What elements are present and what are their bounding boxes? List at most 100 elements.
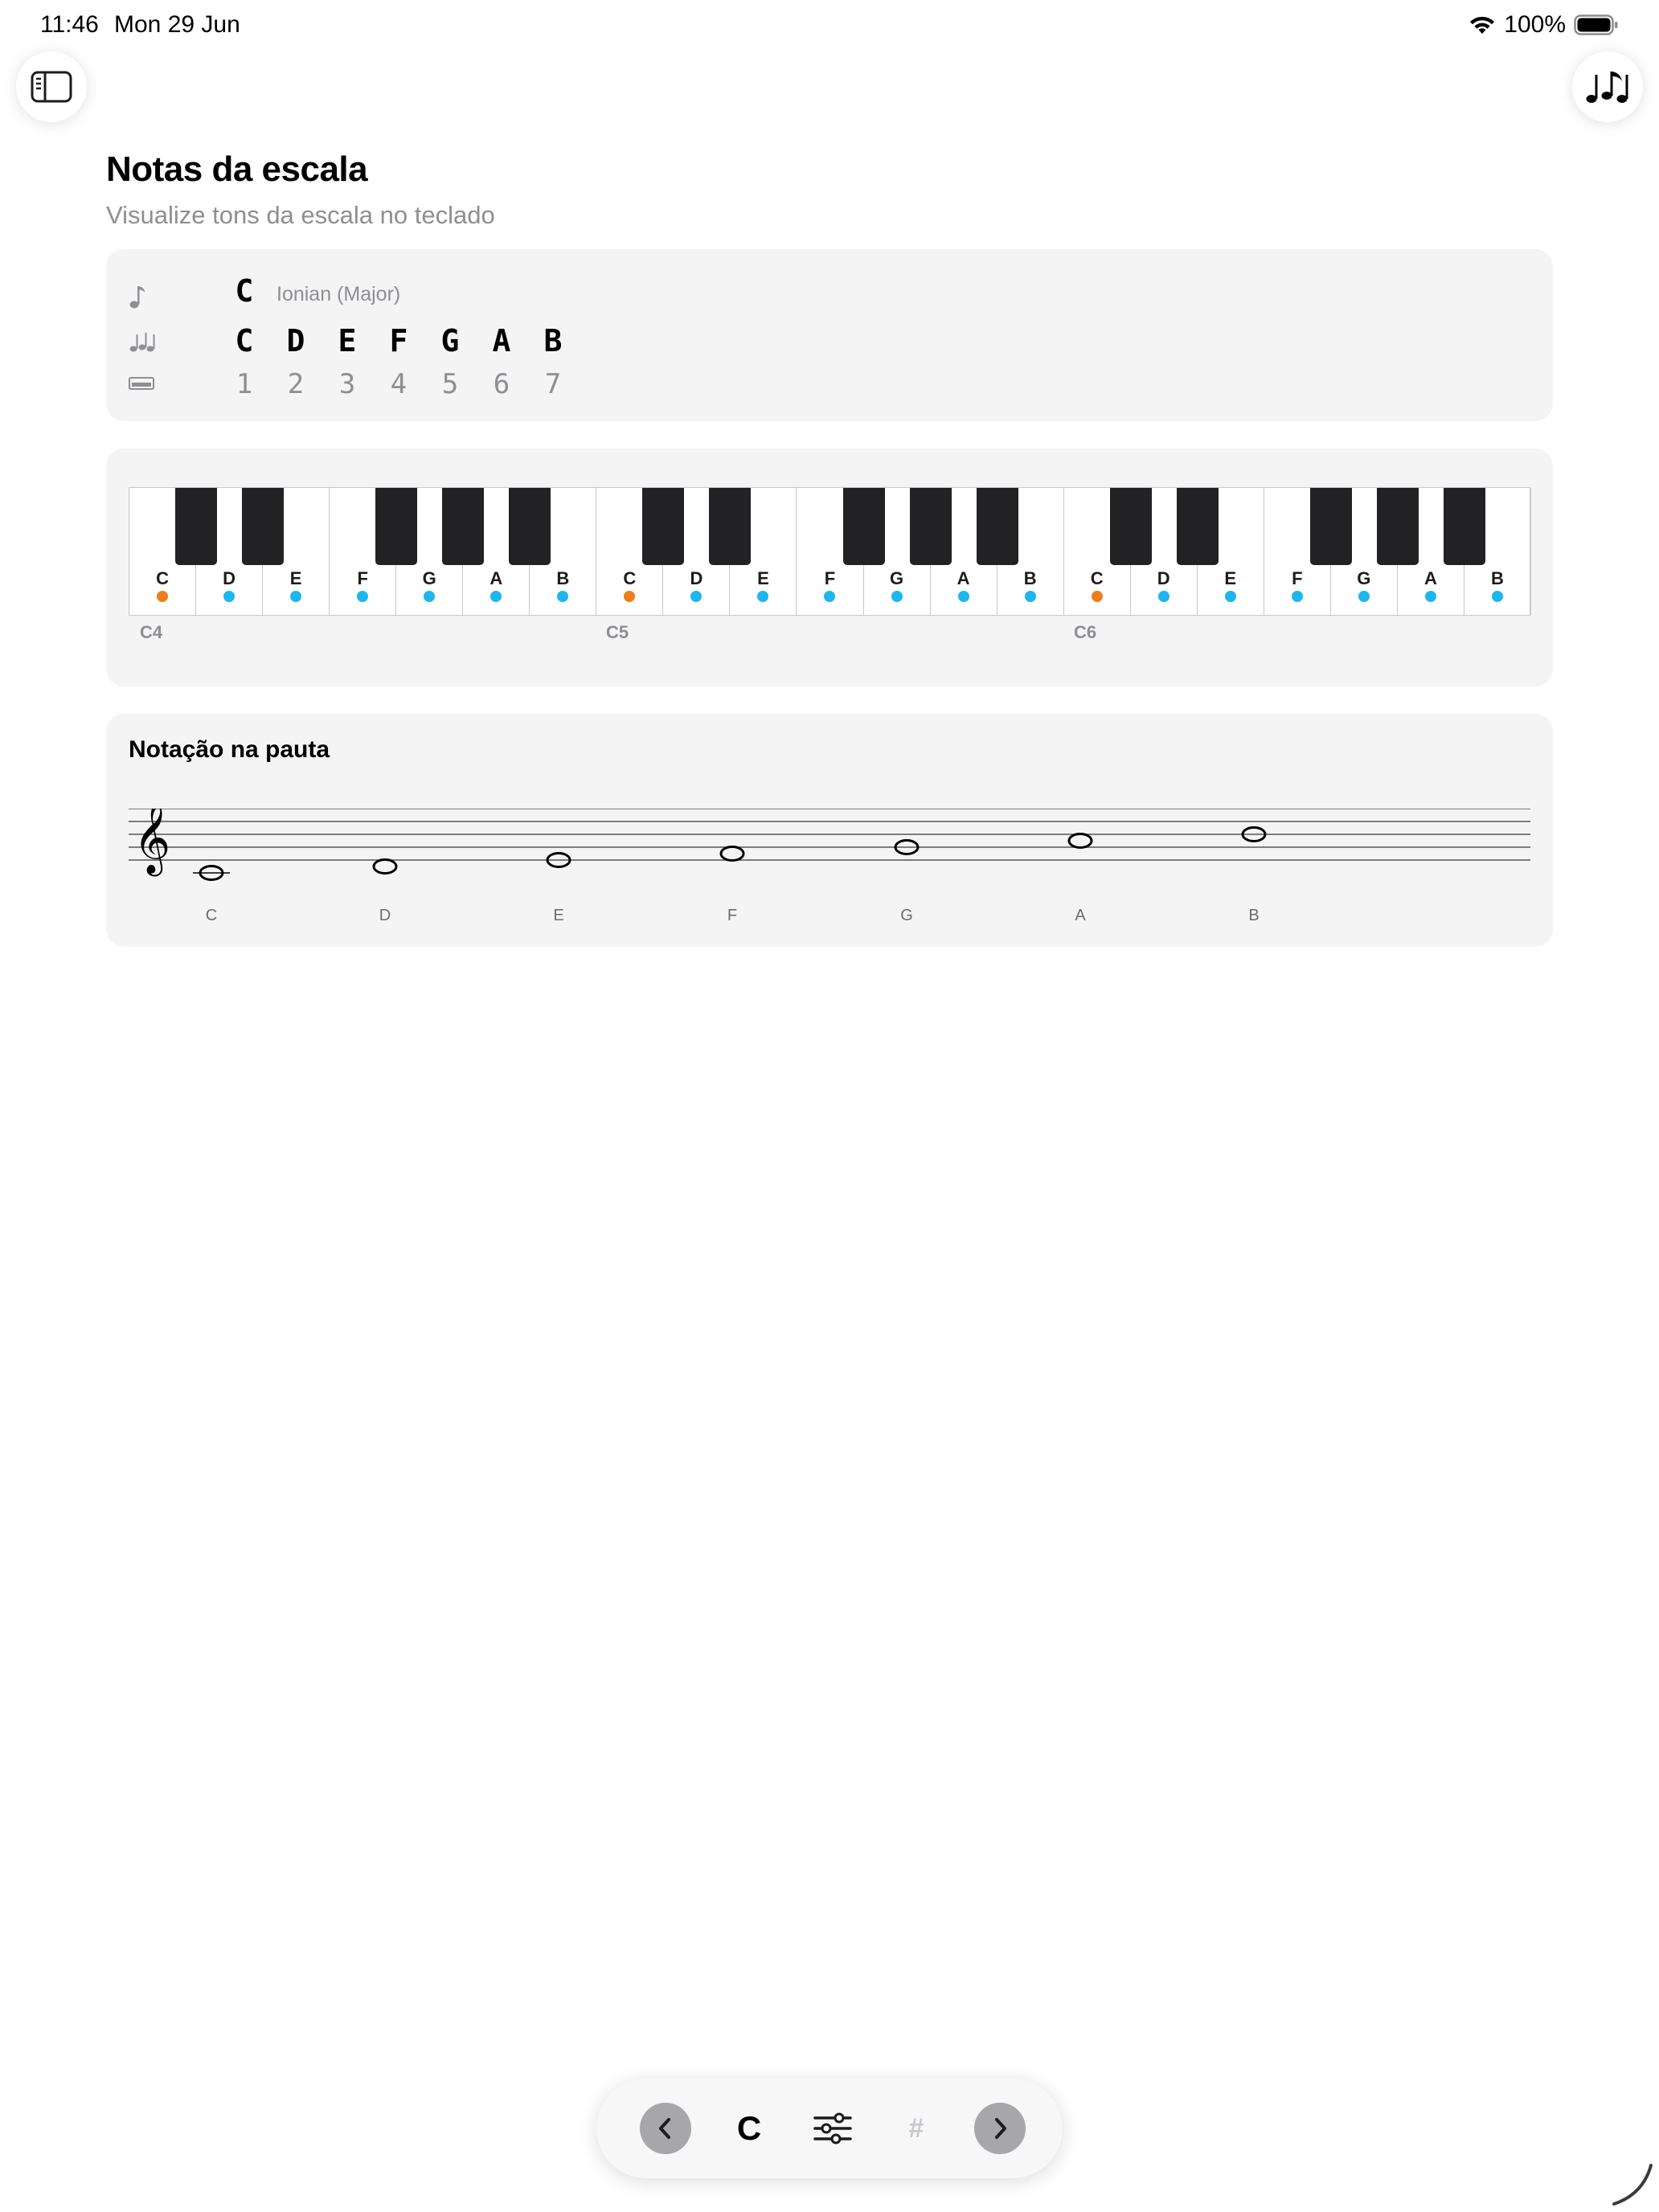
home-corner-indicator: [1612, 2164, 1653, 2206]
black-key[interactable]: [375, 488, 418, 565]
scale-degree: 6: [493, 368, 510, 400]
key-label: E: [757, 568, 769, 588]
keyboard-card: C D E F G A B C D E F G A B C D E F G A B C4 C5 C6: [106, 449, 1553, 686]
sliders-icon: [813, 2112, 852, 2144]
staff-note-label: A: [1075, 907, 1086, 924]
scale-degree: 1: [236, 368, 253, 400]
scale-note-dot: [690, 591, 703, 602]
staff-card: Notação na pauta 𝄞 C D E F G A B: [106, 714, 1553, 947]
key-label: F: [824, 568, 836, 588]
key-label: D: [223, 568, 236, 588]
key-label: B: [556, 568, 570, 588]
scale-degree: 2: [287, 368, 305, 400]
staff-note-label: E: [553, 907, 564, 924]
root-note-dot: [1091, 591, 1103, 602]
black-key[interactable]: [976, 488, 1018, 565]
battery-percent: 100%: [1504, 11, 1566, 38]
ruler-icon: [129, 377, 154, 390]
black-key[interactable]: [509, 488, 551, 565]
key-label: C: [156, 568, 169, 588]
root-note-dot: [624, 591, 636, 602]
key-label: E: [1224, 568, 1237, 588]
black-key[interactable]: [709, 488, 752, 565]
whole-note: [372, 858, 398, 875]
key-label: D: [690, 568, 703, 588]
key-label: A: [956, 568, 970, 588]
music-notes-icon: [1586, 72, 1628, 103]
scale-note-dot: [1424, 591, 1436, 602]
piano-keyboard[interactable]: CDEFGABCDEFGABCDEFGAB: [129, 487, 1531, 616]
scale-note-dot: [357, 591, 369, 602]
key-label: F: [1292, 568, 1303, 588]
accidental-toggle-button[interactable]: #: [891, 2103, 942, 2154]
scale-note-dot: [1157, 591, 1169, 602]
black-key[interactable]: [175, 488, 218, 565]
scale-note-dot: [891, 591, 903, 602]
status-time: 11:46: [40, 11, 99, 38]
scale-note: E: [338, 323, 357, 358]
staff-note-label: C: [205, 907, 218, 924]
black-key[interactable]: [242, 488, 285, 565]
octave-label: C6: [1074, 622, 1097, 642]
staff-title: Notação na pauta: [129, 736, 330, 763]
note-icon: [129, 286, 145, 309]
status-date: Mon 29 Jun: [114, 11, 240, 38]
scale-note-dot: [957, 591, 969, 602]
scale-info-card: C Ionian (Major) C D E F G A B 1 2 3 4 5…: [106, 249, 1553, 421]
staff-note-label: D: [379, 907, 391, 924]
key-selector-button[interactable]: C: [723, 2103, 775, 2154]
black-key[interactable]: [1309, 488, 1352, 565]
scale-root: C: [235, 273, 254, 309]
status-indicators: 100%: [1469, 11, 1619, 39]
sidebar-toggle-button[interactable]: [16, 51, 87, 122]
scale-note: F: [389, 323, 408, 358]
key-label: C: [1090, 568, 1104, 588]
key-label: G: [1357, 568, 1371, 588]
page-title: Notas da escala: [106, 150, 368, 189]
scale-note-dot: [490, 591, 502, 602]
black-key[interactable]: [909, 488, 952, 565]
staff-note-label: B: [1248, 907, 1260, 924]
next-button[interactable]: [974, 2103, 1026, 2154]
scale-note-dot: [424, 591, 436, 602]
key-label: C: [623, 568, 637, 588]
scale-note-dot: [757, 591, 769, 602]
scale-note: C: [235, 323, 254, 358]
bottom-toolbar: C #: [596, 2079, 1063, 2178]
scale-degree: 4: [390, 368, 408, 400]
black-key[interactable]: [642, 488, 685, 565]
black-key[interactable]: [1109, 488, 1152, 565]
treble-clef-icon: 𝄞: [133, 809, 170, 877]
key-label: G: [422, 568, 436, 588]
settings-sliders-button[interactable]: [807, 2103, 858, 2154]
black-key[interactable]: [1376, 488, 1419, 565]
key-label: D: [1157, 568, 1170, 588]
chevron-right-icon: [995, 2118, 1006, 2139]
previous-button[interactable]: [640, 2103, 691, 2154]
key-label: A: [1423, 568, 1437, 588]
staff-note-label: G: [900, 907, 913, 924]
scale-note: G: [440, 323, 460, 358]
staff-note-label: F: [727, 907, 738, 924]
staff: 𝄞: [129, 809, 1530, 881]
scale-degree: 7: [544, 368, 562, 400]
sidebar-icon: [31, 71, 72, 103]
black-key[interactable]: [1176, 488, 1219, 565]
black-key[interactable]: [1443, 488, 1485, 565]
octave-label: C4: [140, 622, 163, 642]
key-label: A: [490, 568, 503, 588]
black-key[interactable]: [442, 488, 485, 565]
music-notes-button[interactable]: [1572, 51, 1643, 122]
key-label: B: [1491, 568, 1504, 588]
octave-label: C5: [606, 622, 629, 642]
scale-degree: 3: [338, 368, 356, 400]
battery-icon: [1574, 14, 1618, 35]
chevron-left-icon: [659, 2118, 670, 2139]
notes-icon: [129, 333, 155, 352]
scale-note: A: [492, 323, 511, 358]
page-subtitle: Visualize tons da escala no teclado: [106, 201, 495, 229]
black-key[interactable]: [842, 488, 885, 565]
scale-note: B: [543, 323, 563, 358]
scale-note-dot: [1024, 591, 1036, 602]
whole-note: [719, 846, 745, 862]
